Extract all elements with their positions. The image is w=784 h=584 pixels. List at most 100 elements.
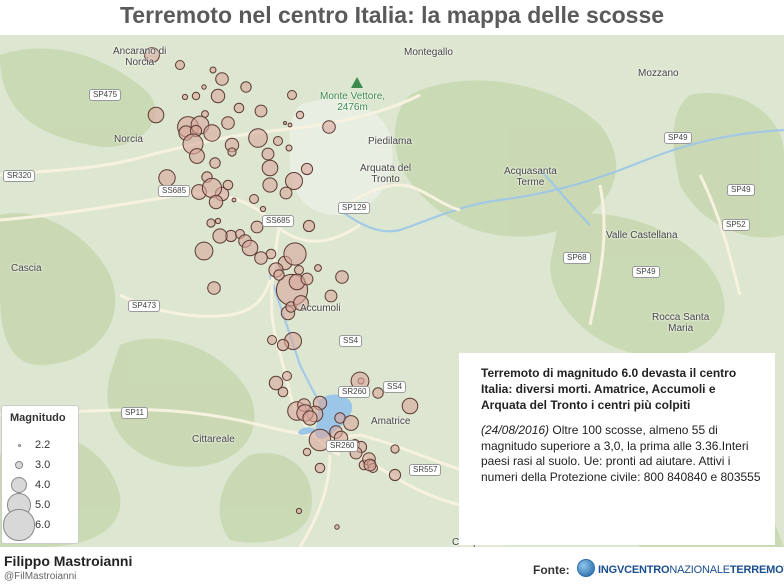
quake-marker[interactable]	[181, 93, 189, 101]
quake-marker[interactable]	[248, 128, 268, 148]
place-valle-castellana: Valle Castellana	[606, 230, 678, 241]
quake-marker[interactable]	[294, 265, 304, 275]
info-body: (24/08/2016) Oltre 100 scosse, almeno 55…	[481, 423, 761, 485]
road-shield: SP68	[563, 252, 591, 264]
quake-marker[interactable]	[209, 157, 221, 169]
road-shield: SP49	[664, 132, 692, 144]
place-piedilama: Piedilama	[368, 136, 412, 147]
road-shield: SS685	[158, 185, 191, 197]
quake-marker[interactable]	[207, 281, 221, 295]
quake-marker[interactable]	[282, 371, 292, 381]
quake-marker[interactable]	[401, 397, 419, 415]
quake-marker[interactable]	[267, 335, 277, 345]
quake-marker[interactable]	[295, 507, 303, 515]
info-box: Terremoto di magnitudo 6.0 devasta il ce…	[459, 353, 775, 545]
quake-marker[interactable]	[158, 169, 176, 187]
quake-marker[interactable]	[322, 120, 336, 134]
quake-marker[interactable]	[191, 91, 201, 101]
place-monte-vettore: Monte Vettore, 2476m	[320, 91, 386, 113]
quake-marker[interactable]	[206, 218, 216, 228]
road-shield: SP49	[727, 184, 755, 196]
quake-marker[interactable]	[261, 147, 275, 161]
quake-marker[interactable]	[261, 159, 279, 177]
quake-marker[interactable]	[189, 148, 205, 164]
quake-marker[interactable]	[201, 110, 209, 118]
quake-marker[interactable]	[214, 217, 222, 225]
quake-marker[interactable]	[287, 90, 297, 100]
quake-marker[interactable]	[201, 177, 223, 199]
info-date: (24/08/2016)	[481, 423, 550, 437]
quake-marker[interactable]	[209, 66, 217, 74]
quake-marker[interactable]	[259, 205, 267, 213]
map[interactable]: Ancarano di Norcia Montegallo Mozzano Mon…	[0, 35, 784, 547]
legend-circle-icon	[3, 509, 35, 541]
quake-marker[interactable]	[283, 121, 287, 125]
quake-marker[interactable]	[300, 162, 314, 176]
quake-marker[interactable]	[273, 136, 283, 146]
quake-marker[interactable]	[147, 106, 165, 124]
quake-marker[interactable]	[302, 410, 318, 426]
footer: Filippo Mastroianni @FilMastroianni Font…	[0, 548, 784, 584]
quake-marker[interactable]	[314, 264, 322, 272]
quake-marker[interactable]	[249, 194, 259, 204]
quake-marker[interactable]	[215, 72, 229, 86]
legend-label: 2.2	[35, 439, 51, 451]
road-shield: SP129	[338, 202, 371, 214]
quake-marker[interactable]	[175, 60, 185, 70]
road-shield: SP49	[632, 266, 660, 278]
quake-marker[interactable]	[208, 194, 224, 210]
quake-marker[interactable]	[254, 104, 268, 118]
quake-marker[interactable]	[390, 444, 400, 454]
place-ancarano-di-norcia: Ancarano di Norcia	[113, 46, 167, 68]
quake-marker[interactable]	[203, 124, 221, 142]
quake-marker[interactable]	[287, 122, 293, 128]
quake-marker[interactable]	[285, 144, 293, 152]
place-arquata-del-tronto: Arquata del Tronto	[360, 163, 412, 185]
legend-circle-icon	[14, 460, 24, 470]
quake-marker[interactable]	[314, 462, 326, 474]
quake-marker[interactable]	[268, 375, 284, 391]
place-rocca-santa-maria: Rocca Santa Maria	[652, 312, 710, 334]
quake-marker[interactable]	[302, 219, 316, 233]
road-shield: SS4	[383, 381, 407, 393]
quake-marker[interactable]	[324, 289, 338, 303]
quake-marker[interactable]	[276, 338, 290, 352]
quake-marker[interactable]	[295, 110, 305, 120]
quake-marker[interactable]	[212, 228, 228, 244]
place-mozzano: Mozzano	[638, 68, 679, 79]
quake-marker[interactable]	[302, 447, 312, 457]
quake-marker[interactable]	[283, 242, 307, 266]
road-shield: SP11	[121, 407, 148, 419]
quake-marker[interactable]	[372, 387, 384, 399]
quake-marker[interactable]	[210, 88, 226, 104]
quake-marker[interactable]	[222, 179, 234, 191]
road-shield: SS4	[339, 335, 363, 347]
source-label: Fonte:	[533, 563, 570, 577]
legend-label: 6.0	[35, 519, 51, 531]
place-cascia: Cascia	[11, 263, 42, 274]
place-acquasanta-terme: Acquasanta Terme	[504, 166, 557, 188]
quake-marker[interactable]	[334, 524, 340, 530]
quake-marker[interactable]	[221, 116, 235, 130]
quake-marker[interactable]	[300, 272, 314, 286]
quake-marker[interactable]	[343, 415, 359, 431]
quake-marker[interactable]	[262, 177, 278, 193]
legend-item: 2.2	[2, 438, 80, 458]
source-terremoti: TERREMOTI	[729, 564, 784, 576]
quake-marker[interactable]	[363, 458, 377, 472]
source-logo[interactable]: INGVCENTRONAZIONALETERREMOTI	[598, 564, 784, 576]
quake-marker[interactable]	[254, 251, 268, 265]
quake-marker[interactable]	[240, 81, 252, 93]
quake-marker[interactable]	[227, 147, 237, 157]
quake-marker[interactable]	[273, 269, 285, 281]
quake-marker[interactable]	[201, 84, 207, 90]
quake-marker[interactable]	[241, 239, 259, 257]
quake-marker[interactable]	[388, 468, 402, 482]
legend-label: 4.0	[35, 479, 51, 491]
quake-marker[interactable]	[279, 186, 293, 200]
quake-marker[interactable]	[194, 241, 214, 261]
quake-marker[interactable]	[233, 102, 245, 114]
page-title: Terremoto nel centro Italia: la mappa de…	[119, 2, 665, 28]
quake-marker[interactable]	[335, 270, 349, 284]
quake-marker[interactable]	[231, 197, 237, 203]
